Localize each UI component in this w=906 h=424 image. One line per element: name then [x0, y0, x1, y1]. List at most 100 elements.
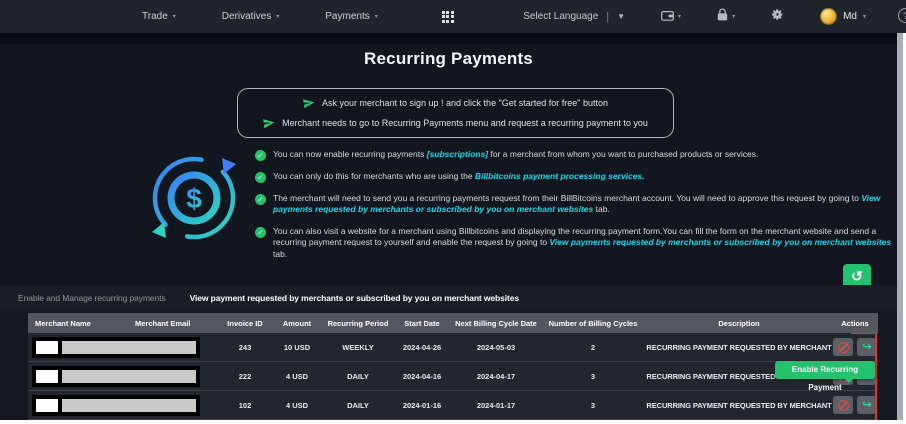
screen: Trade ▾ Derivatives ▾ Payments ▾ Select … [0, 0, 906, 424]
tab-view-payments[interactable]: View payment requested by merchants or s… [190, 293, 520, 303]
col-merchant-email: Merchant Email [135, 318, 191, 328]
col-merchant-name: Merchant Name [35, 318, 91, 328]
navbar-right: Select Language | ▼ ▾ ▾ Md ▾ [523, 8, 866, 26]
payments-table: Merchant Name Merchant Email Invoice ID … [28, 313, 878, 420]
settings-button[interactable] [771, 8, 784, 26]
redaction-block [62, 370, 196, 383]
nav-derivatives[interactable]: Derivatives ▾ [222, 11, 279, 22]
info-line: Merchant needs to go to Recurring Paymen… [263, 117, 648, 129]
nav-payments[interactable]: Payments ▾ [325, 11, 377, 22]
bullet-text: You can only do this for merchants who a… [273, 171, 645, 181]
bullet-item: ✓ You can also visit a website for a mer… [255, 226, 895, 260]
caret-down-icon: ▾ [732, 13, 736, 20]
language-label: Select Language [523, 11, 599, 22]
description-cell: RECURRING PAYMENT REQUESTED BY MERCHANT [646, 342, 832, 352]
col-billing-cycles: Number of Billing Cycles [548, 318, 638, 328]
feature-bullets: ✓ You can now enable recurring payments … [255, 149, 895, 260]
invoice-id-cell: 102 [238, 400, 252, 410]
next-billing-cell: 2024-01-17 [476, 400, 516, 410]
col-actions: Actions [841, 318, 869, 328]
lock-icon [717, 8, 728, 26]
user-menu[interactable]: Md ▾ [820, 8, 866, 25]
paper-plane-icon [262, 116, 276, 130]
redaction-overlay [32, 337, 200, 358]
username: Md [843, 11, 857, 22]
billing-cycles-cell: 3 [590, 400, 596, 410]
caret-down-icon: ▾ [276, 13, 280, 20]
info-text: Ask your merchant to sign up ! and click… [321, 98, 609, 108]
caret-down-icon: ▼ [617, 11, 626, 21]
nav-trade[interactable]: Trade ▾ [142, 11, 176, 22]
wallet-menu[interactable]: ▾ [661, 8, 681, 26]
description-cell: RECURRING PAYMENT REQUESTED BY MERCHANT [646, 400, 832, 410]
svg-text:$: $ [186, 183, 202, 214]
check-icon: ✓ [255, 150, 266, 161]
bullet-text: The merchant will need to send you a rec… [273, 193, 881, 215]
start-date-cell: 2024-01-16 [402, 400, 442, 410]
info-box: Ask your merchant to sign up ! and click… [237, 88, 674, 138]
paper-plane-icon [302, 96, 316, 110]
col-start-date: Start Date [404, 318, 440, 328]
help-icon[interactable]: ? [898, 8, 906, 23]
history-icon: ↺ [851, 268, 863, 284]
nav-derivatives-label: Derivatives [221, 11, 272, 22]
invoice-id-cell: 243 [238, 342, 252, 352]
recurring-period-cell: DAILY [347, 400, 369, 410]
amount-cell: 4 USD [285, 400, 309, 410]
col-next-billing: Next Billing Cycle Date [455, 318, 537, 328]
bullet-text: You can now enable recurring payments [s… [273, 149, 759, 159]
nav-trade-label: Trade [142, 11, 168, 22]
redaction-block [36, 399, 58, 412]
tab-enable-manage[interactable]: Enable and Manage recurring payments [18, 293, 166, 303]
ban-icon [837, 341, 849, 353]
language-selector[interactable]: Select Language | ▼ [523, 11, 625, 23]
orders-lock-menu[interactable]: ▾ [717, 8, 735, 26]
col-description: Description [718, 318, 760, 328]
redaction-overlay [32, 395, 200, 416]
settings-gear-icon [771, 8, 784, 26]
billing-cycles-cell: 2 [590, 342, 596, 352]
redaction-block [62, 341, 196, 354]
billing-cycles-cell: 3 [590, 371, 596, 381]
info-text: Merchant needs to go to Recurring Paymen… [282, 118, 648, 128]
wallet-icon [661, 8, 674, 26]
apps-grid-icon[interactable] [441, 10, 454, 23]
redaction-block [62, 399, 196, 412]
invoice-id-cell: 222 [238, 371, 252, 381]
top-navbar: Trade ▾ Derivatives ▾ Payments ▾ Select … [0, 0, 906, 33]
main-content: Recurring Payments Ask your merchant to … [0, 33, 897, 420]
start-date-cell: 2024-04-26 [402, 342, 442, 352]
recurring-dollar-icon: $ [146, 150, 242, 251]
caret-down-icon: ▾ [862, 13, 866, 20]
view-payments-link[interactable]: View payments requested by merchants or … [549, 237, 891, 247]
check-icon: ✓ [255, 172, 266, 183]
table-header: Merchant Name Merchant Email Invoice ID … [28, 313, 878, 333]
table-row: 102 4 USD DAILY 2024-01-16 2024-01-17 3 … [28, 391, 878, 420]
next-billing-cell: 2024-04-17 [476, 371, 516, 381]
col-amount: Amount [282, 318, 312, 328]
recurring-period-cell: DAILY [347, 371, 369, 381]
enable-recurring-tooltip: Enable Recurring Payment [775, 361, 875, 392]
check-icon: ✓ [255, 194, 266, 205]
table-row: 243 10 USD WEEKLY 2024-04-26 2024-05-03 … [28, 333, 878, 362]
col-invoice-id: Invoice ID [227, 318, 263, 328]
caret-down-icon: ▾ [172, 13, 176, 20]
cancel-payment-button[interactable] [833, 396, 853, 414]
redaction-overlay [32, 366, 200, 387]
tabs-bar: Enable and Manage recurring payments Vie… [0, 285, 897, 311]
divider-band [0, 33, 897, 44]
payments-table-zone: Merchant Name Merchant Email Invoice ID … [0, 311, 897, 420]
bullet-item: ✓ You can only do this for merchants who… [255, 171, 895, 183]
next-billing-cell: 2024-05-03 [476, 342, 516, 352]
info-line: Ask your merchant to sign up ! and click… [303, 97, 608, 109]
nav-payments-label: Payments [325, 11, 370, 22]
table-row: 222 4 USD DAILY 2024-04-16 2024-04-17 3 … [28, 362, 878, 391]
page-title: Recurring Payments [364, 49, 533, 68]
bullet-item: ✓ You can now enable recurring payments … [255, 149, 895, 161]
cancel-payment-button[interactable] [833, 338, 853, 356]
redaction-block [36, 370, 58, 383]
ban-icon [837, 399, 849, 411]
check-icon: ✓ [255, 226, 266, 238]
col-recurring-period: Recurring Period [327, 318, 389, 328]
caret-down-icon: ▾ [678, 13, 682, 20]
